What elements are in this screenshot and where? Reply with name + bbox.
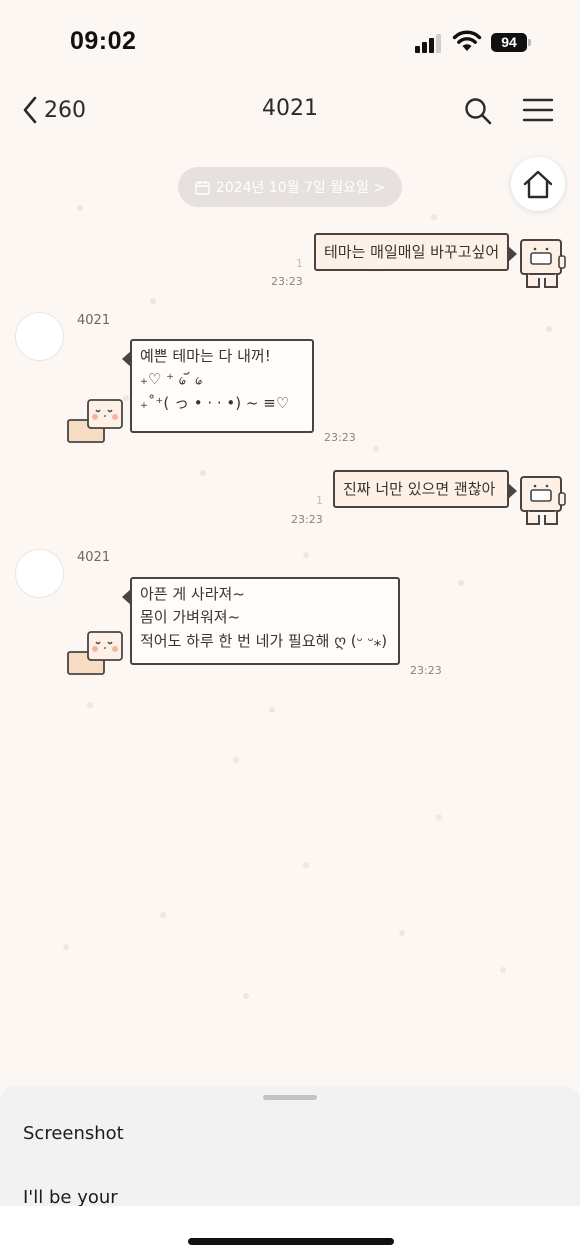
- status-time: 09:02: [70, 27, 137, 55]
- message-time: 23:23: [410, 664, 442, 677]
- mascot-icon: [520, 239, 566, 288]
- chevron-left-icon: [23, 96, 37, 124]
- message-text: 아픈 게 사라져~: [140, 585, 245, 603]
- home-icon: [523, 170, 553, 199]
- menu-icon[interactable]: [522, 97, 554, 123]
- message-text: ₊♡ ⁺ ᥀ ᷄ ᥀: [140, 370, 203, 389]
- search-icon[interactable]: [463, 96, 493, 126]
- sender-name: 4021: [77, 550, 111, 565]
- message-text: ₊˚⁺( っ • · · •) ~ ≡♡: [140, 393, 290, 412]
- message-text: 예쁜 테마는 다 내꺼!: [140, 347, 271, 365]
- mascot-sticker-icon: [67, 631, 123, 675]
- back-button[interactable]: 260: [22, 96, 86, 124]
- message-text: 적어도 하루 한 번 네가 필요해 ღ (ᵕ ᵕ⁎): [140, 631, 388, 650]
- sheet-item-screenshot[interactable]: Screenshot: [23, 1123, 124, 1144]
- message-bubble-incoming[interactable]: 예쁜 테마는 다 내꺼! ₊♡ ⁺ ᥀ ᷄ ᥀ ₊˚⁺( っ • · · •) …: [122, 339, 314, 433]
- home-indicator-area: [0, 1206, 580, 1257]
- read-count: 1: [316, 494, 323, 507]
- message-time: 23:23: [324, 431, 356, 444]
- date-divider-label: 2024년 10월 7일 월요일 >: [215, 180, 386, 196]
- back-count: 260: [44, 97, 86, 123]
- wifi-icon: [452, 30, 482, 51]
- message-time: 23:23: [271, 275, 303, 288]
- mascot-sticker-icon: [67, 399, 123, 443]
- message-time: 23:23: [291, 513, 323, 526]
- read-count: 1: [296, 257, 303, 270]
- sheet-item-ill-be-your[interactable]: I'll be your: [23, 1187, 118, 1208]
- calendar-icon: [195, 180, 210, 195]
- message-bubble-incoming[interactable]: 아픈 게 사라져~ 몸이 가벼워져~ 적어도 하루 한 번 네가 필요해 ღ (…: [122, 577, 400, 665]
- signal-icon: [415, 33, 441, 53]
- battery-indicator: 94: [491, 33, 531, 52]
- mascot-icon: [520, 476, 566, 525]
- chat-title: 4021: [262, 96, 318, 121]
- sheet-drag-handle[interactable]: [263, 1095, 317, 1100]
- date-divider[interactable]: 2024년 10월 7일 월요일 >: [178, 167, 402, 207]
- avatar[interactable]: [15, 549, 64, 598]
- message-text: 테마는 매일매일 바꾸고싶어: [324, 243, 500, 261]
- avatar[interactable]: [15, 312, 64, 361]
- home-indicator[interactable]: [188, 1238, 394, 1245]
- message-bubble-outgoing[interactable]: 진짜 너만 있으면 괜찮아: [333, 470, 517, 508]
- message-bubble-outgoing[interactable]: 테마는 매일매일 바꾸고싶어: [314, 233, 517, 271]
- message-text: 몸이 가벼워져~: [140, 608, 241, 627]
- message-text: 진짜 너만 있으면 괜찮아: [343, 480, 496, 498]
- home-button[interactable]: [511, 157, 565, 211]
- sender-name: 4021: [77, 313, 111, 328]
